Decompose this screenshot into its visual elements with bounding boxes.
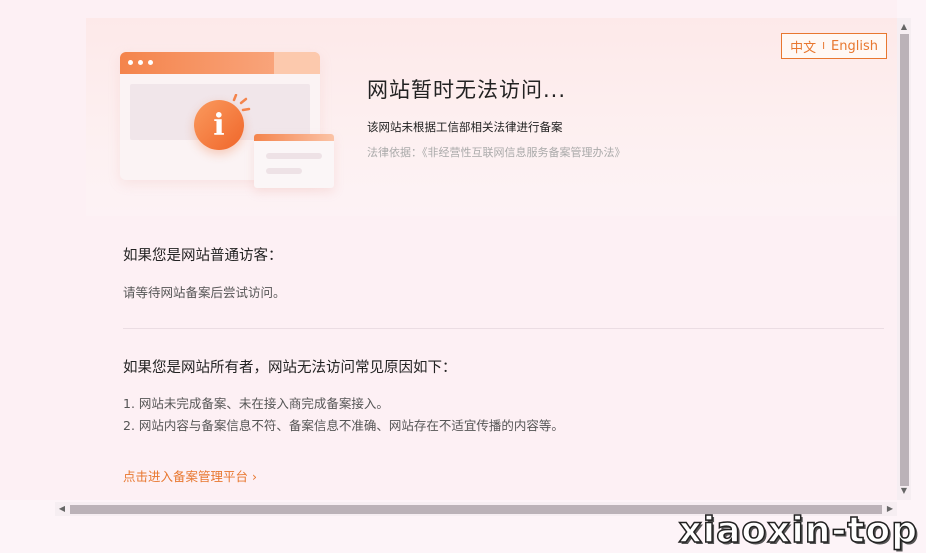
arrow-up-icon[interactable]: ▲ xyxy=(897,20,911,34)
reason-list: 1. 网站未完成备案、未在接入商完成备案接入。 2. 网站内容与备案信息不符、备… xyxy=(123,393,564,437)
legal-basis: 法律依据：《非经营性互联网信息服务备案管理办法》 xyxy=(367,146,626,159)
visitor-text: 请等待网站备案后尝试访问。 xyxy=(123,285,286,300)
page-subtitle: 该网站未根据工信部相关法律进行备案 xyxy=(367,120,563,134)
owner-title: 如果您是网站所有者，网站无法访问常见原因如下： xyxy=(123,360,457,376)
owner-section: 如果您是网站所有者，网站无法访问常见原因如下： 1. 网站未完成备案、未在接入商… xyxy=(123,356,564,437)
document-window-graphic xyxy=(254,134,334,188)
info-window-icon: i xyxy=(118,52,338,202)
hero-banner: 中文 I English i 网站暂时无法访问... 该网站未根据工信部相关法律… xyxy=(86,18,897,216)
page-title: 网站暂时无法访问... xyxy=(367,78,567,102)
lang-separator: I xyxy=(822,40,826,52)
list-item: 1. 网站未完成备案、未在接入商完成备案接入。 xyxy=(123,396,389,411)
page: 中文 I English i 网站暂时无法访问... 该网站未根据工信部相关法律… xyxy=(0,0,897,500)
visitor-section: 如果您是网站普通访客： 请等待网站备案后尝试访问。 xyxy=(123,244,286,301)
language-switch[interactable]: 中文 I English xyxy=(781,33,887,59)
lang-chinese[interactable]: 中文 xyxy=(790,37,816,56)
list-item: 2. 网站内容与备案信息不符、备案信息不准确、网站存在不适宜传播的内容等。 xyxy=(123,418,564,433)
vertical-scrollbar[interactable]: ▲ ▼ xyxy=(897,18,911,500)
filing-platform-link[interactable]: 点击进入备案管理平台 › xyxy=(123,466,257,485)
visitor-title: 如果您是网站普通访客： xyxy=(123,248,283,264)
vertical-scroll-thumb[interactable] xyxy=(900,34,909,486)
arrow-down-icon[interactable]: ▼ xyxy=(897,484,911,498)
watermark: xiaoxin-top xyxy=(678,509,918,552)
lang-english[interactable]: English xyxy=(831,39,878,54)
section-divider xyxy=(123,328,884,329)
alert-rays-icon xyxy=(232,94,251,112)
arrow-left-icon[interactable]: ◀ xyxy=(55,502,69,516)
